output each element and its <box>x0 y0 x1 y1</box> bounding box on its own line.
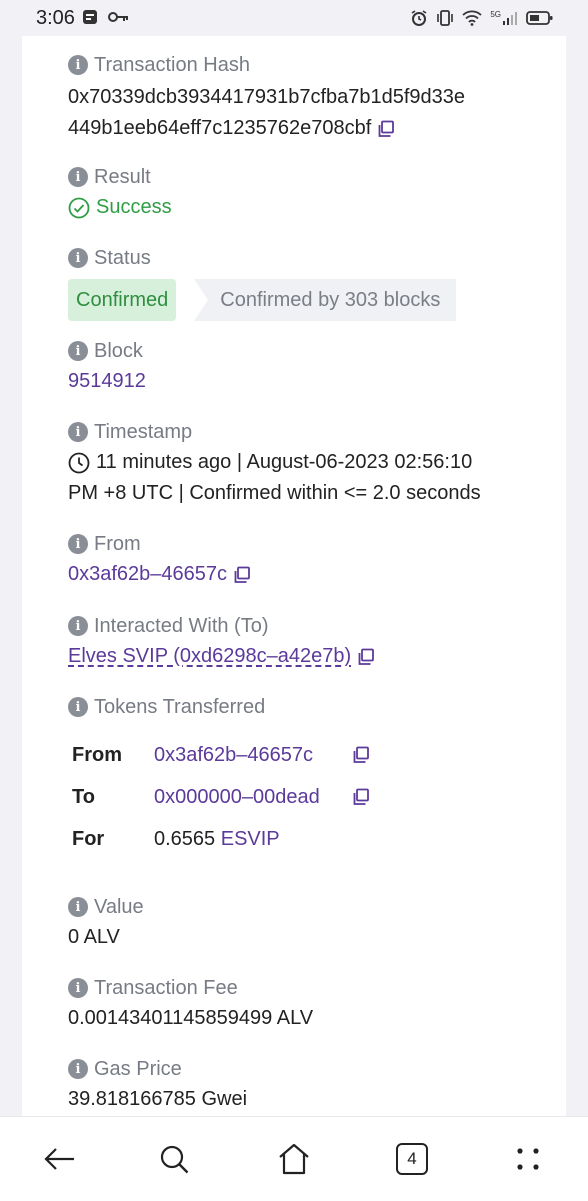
transaction-fee-section: i Transaction Fee 0.00143401145859499 AL… <box>68 973 556 1034</box>
tokens-transferred-label: Tokens Transferred <box>94 695 266 718</box>
table-row: For 0.6565 ESVIP <box>72 827 280 851</box>
result-value: Success <box>68 192 556 223</box>
copy-icon[interactable] <box>377 120 395 138</box>
timestamp-label: Timestamp <box>94 420 193 443</box>
vibrate-icon <box>437 10 454 26</box>
info-icon[interactable]: i <box>68 248 88 268</box>
message-icon <box>83 10 97 24</box>
token-symbol-link[interactable]: ESVIP <box>221 828 280 851</box>
info-icon[interactable]: i <box>68 978 88 998</box>
status-badge: Confirmed <box>68 279 177 321</box>
result-section: i Result Success <box>68 162 556 223</box>
gas-price-section: i Gas Price 39.818166785 Gwei <box>68 1054 556 1115</box>
status-bar: 3:06 5G <box>0 0 588 36</box>
result-label: Result <box>94 165 151 188</box>
table-row: From 0x3af62b–46657c <box>72 734 556 776</box>
info-icon[interactable]: i <box>68 697 88 717</box>
transaction-hash-label: Transaction Hash <box>94 53 250 76</box>
more-menu-button[interactable] <box>510 1141 546 1177</box>
transaction-fee-value: 0.00143401145859499 ALV <box>68 1007 314 1029</box>
gas-price-label: Gas Price <box>94 1057 182 1080</box>
search-icon <box>160 1145 189 1174</box>
from-address-link[interactable]: 0x3af62b–46657c <box>68 563 227 585</box>
info-icon[interactable]: i <box>68 897 88 917</box>
home-icon <box>279 1143 309 1175</box>
tab-count-badge: 4 <box>396 1143 428 1175</box>
timestamp-section: i Timestamp 11 minutes ago | August-06-2… <box>68 417 556 509</box>
copy-icon[interactable] <box>233 566 251 584</box>
block-number-link[interactable]: 9514912 <box>68 366 556 397</box>
info-icon[interactable]: i <box>68 167 88 187</box>
gas-price-value: 39.818166785 Gwei <box>68 1088 248 1110</box>
tabs-button[interactable]: 4 <box>394 1141 430 1177</box>
table-row: To 0x000000–00dead <box>72 776 556 818</box>
contract-link[interactable]: Elves SVIP (0xd6298c–a42e7b) <box>68 645 351 667</box>
timestamp-value: 11 minutes ago | August-06-2023 02:56:10… <box>68 451 481 504</box>
search-button[interactable] <box>156 1141 192 1177</box>
bottom-navigation-bar: 4 <box>0 1116 588 1201</box>
transaction-fee-label: Transaction Fee <box>94 976 238 999</box>
copy-icon[interactable] <box>357 648 375 666</box>
copy-icon[interactable] <box>352 746 370 764</box>
tokens-transferred-section: i Tokens Transferred From 0x3af62b–46657… <box>68 692 556 860</box>
interacted-with-section: i Interacted With (To) Elves SVIP (0xd62… <box>68 611 556 672</box>
wifi-icon <box>462 10 482 26</box>
back-button[interactable] <box>42 1141 78 1177</box>
from-section: i From 0x3af62b–46657c <box>68 529 556 590</box>
transaction-details-card: i Transaction Hash 0x70339dcb3934417931b… <box>22 36 566 1116</box>
transaction-hash-section: i Transaction Hash 0x70339dcb3934417931b… <box>68 50 556 144</box>
copy-icon[interactable] <box>352 788 370 806</box>
key-icon <box>108 12 128 22</box>
battery-icon <box>526 11 553 25</box>
back-arrow-icon <box>44 1148 74 1170</box>
clock-icon <box>68 452 90 473</box>
block-section: i Block 9514912 <box>68 336 556 397</box>
info-icon[interactable]: i <box>68 341 88 361</box>
interacted-with-label: Interacted With (To) <box>94 614 269 637</box>
alarm-icon <box>411 10 427 26</box>
cellular-signal-icon: 5G <box>490 10 518 26</box>
value-section: i Value 0 ALV <box>68 892 556 953</box>
token-to-address-link[interactable]: 0x000000–00dead <box>154 786 352 809</box>
info-icon[interactable]: i <box>68 55 88 75</box>
status-section: i Status Confirmed Confirmed by 303 bloc… <box>68 243 556 321</box>
home-button[interactable] <box>276 1141 312 1177</box>
status-time: 3:06 <box>36 7 75 29</box>
info-icon[interactable]: i <box>68 1059 88 1079</box>
token-transfer-table: From 0x3af62b–46657c To 0x000000–00dead … <box>72 734 556 860</box>
confirmation-blocks-badge: Confirmed by 303 blocks <box>194 279 457 321</box>
value-amount: 0 ALV <box>68 926 120 948</box>
info-icon[interactable]: i <box>68 616 88 636</box>
token-amount: 0.6565 <box>154 827 216 850</box>
check-circle-icon <box>68 197 90 218</box>
token-from-address-link[interactable]: 0x3af62b–46657c <box>154 744 352 767</box>
value-label: Value <box>94 895 144 918</box>
transaction-hash-value: 0x70339dcb3934417931b7cfba7b1d5f9d33e 44… <box>68 86 466 139</box>
from-label: From <box>94 532 141 555</box>
block-label: Block <box>94 339 143 362</box>
info-icon[interactable]: i <box>68 534 88 554</box>
status-label: Status <box>94 246 151 269</box>
info-icon[interactable]: i <box>68 422 88 442</box>
more-dots-icon <box>517 1148 539 1170</box>
